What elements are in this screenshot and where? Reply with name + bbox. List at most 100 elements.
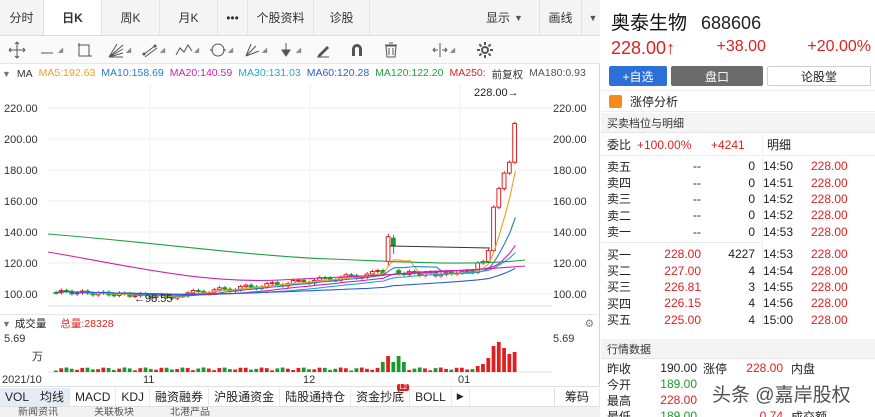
tab-order-book[interactable]: 盘口 bbox=[671, 66, 763, 86]
gear-icon[interactable]: ⚙ bbox=[585, 318, 594, 330]
trade-row: 14:53 228.00 bbox=[763, 224, 875, 240]
crosshair-tool[interactable] bbox=[0, 36, 34, 64]
tab-margin[interactable]: 融资融券 bbox=[150, 387, 210, 406]
high-label: 228.00→ bbox=[474, 87, 519, 99]
tab-stock-profile[interactable]: 个股资料 bbox=[248, 0, 314, 35]
fibonacci-tool[interactable]: ◢ bbox=[238, 36, 272, 64]
draw-line-dropdown[interactable]: ▼ bbox=[582, 0, 600, 35]
eraser-tool[interactable] bbox=[306, 36, 340, 64]
strip-products[interactable]: 北港产品 bbox=[152, 407, 228, 417]
level-price: -- bbox=[693, 224, 701, 239]
candle-body bbox=[390, 237, 396, 247]
candle-body bbox=[369, 271, 375, 275]
volume-bar bbox=[470, 369, 475, 372]
stats-row: 今开 189.00 bbox=[601, 376, 875, 392]
candle-body bbox=[375, 270, 380, 273]
candle-body bbox=[248, 284, 254, 288]
volume-bar bbox=[185, 368, 190, 372]
volume-chart[interactable]: 5.69 万 5.69 2021/10 11 12 01 bbox=[0, 332, 600, 384]
ask-row[interactable]: 卖一 -- 0 bbox=[601, 224, 761, 240]
volume-bar bbox=[233, 369, 238, 372]
tab-display[interactable]: 显示 ▼ bbox=[470, 0, 540, 35]
volume-bar bbox=[69, 368, 74, 372]
delete-tool[interactable] bbox=[374, 36, 408, 64]
polyline-tool[interactable]: ◢ bbox=[170, 36, 204, 64]
volume-bar bbox=[460, 367, 464, 372]
collapse-icon[interactable]: ▼ bbox=[2, 319, 11, 329]
tab-ma[interactable]: 均线 bbox=[35, 387, 71, 406]
strip-sectors[interactable]: 关联板块 bbox=[76, 407, 152, 417]
line-icon bbox=[40, 52, 53, 53]
tab-hk-connect-holding[interactable]: 陆股通持仓 bbox=[280, 387, 352, 406]
arrow-tool[interactable]: ◢ bbox=[272, 36, 306, 64]
ask-row[interactable]: 卖二 -- 0 bbox=[601, 207, 761, 223]
magnet-icon bbox=[352, 43, 362, 56]
rect-tool[interactable] bbox=[68, 36, 102, 64]
tab-kdj[interactable]: KDJ bbox=[116, 387, 151, 406]
trade-price: 228.00 bbox=[811, 191, 848, 206]
tab-vol[interactable]: VOL bbox=[0, 387, 36, 406]
level-qty: 4 bbox=[748, 296, 755, 311]
ma-line bbox=[47, 233, 526, 264]
tab-forum[interactable]: 论股堂 bbox=[767, 66, 871, 86]
arrow-down-icon bbox=[280, 42, 291, 57]
volume-bar bbox=[143, 367, 148, 372]
bid-row[interactable]: 买五 225.00 4 bbox=[601, 312, 761, 328]
tab-diagnose[interactable]: 诊股 bbox=[314, 0, 370, 35]
tab-more[interactable]: ••• bbox=[218, 0, 248, 35]
tab-bottom-fishing[interactable]: 资金抄底 L2 bbox=[351, 383, 411, 406]
bid-row[interactable]: 买二 227.00 4 bbox=[601, 262, 761, 279]
tab-draw-line[interactable]: 画线 bbox=[540, 0, 582, 35]
drawn-trendline[interactable] bbox=[389, 245, 491, 249]
ask-row[interactable]: 卖五 -- 0 bbox=[601, 158, 761, 174]
polyline-icon bbox=[175, 43, 193, 55]
strip-news[interactable]: 新闻资讯 bbox=[0, 407, 76, 417]
more-indicators[interactable]: ▶ bbox=[452, 387, 470, 406]
trade-price: 228.00 bbox=[811, 208, 848, 223]
split-tool[interactable]: ◢ bbox=[426, 36, 460, 64]
bid-row[interactable]: 买一 228.00 4227 bbox=[601, 246, 761, 262]
limit-up-analysis[interactable]: 涨停分析 bbox=[601, 90, 875, 112]
level-label: 买二 bbox=[607, 264, 632, 279]
tab-daily-k[interactable]: 日K bbox=[44, 0, 102, 35]
volume-bar bbox=[75, 369, 79, 372]
y-tick-label-right: 160.00 bbox=[553, 196, 587, 208]
cycle-tool[interactable]: ◢ bbox=[204, 36, 238, 64]
add-watchlist-button[interactable]: +自选 bbox=[609, 66, 667, 86]
tab-timeshare[interactable]: 分时 bbox=[0, 0, 44, 35]
ma-line bbox=[56, 244, 516, 296]
candlestick-chart[interactable]: 220.00 220.00 200.00 200.00 180.00 180.00 160.… bbox=[0, 84, 600, 314]
tab-chips[interactable]: 筹码 bbox=[553, 387, 600, 406]
market-stats: 昨收 190.00 涨停 228.00 内盘 今开 189.00 最高 228.00 最低 189.… bbox=[601, 360, 875, 417]
cycle-icon bbox=[209, 43, 226, 56]
volume-bar bbox=[454, 367, 459, 372]
bid-row[interactable]: 买三 226.81 3 bbox=[601, 279, 761, 295]
volume-bar bbox=[249, 369, 253, 372]
stats-row: 昨收 190.00 涨停 228.00 内盘 bbox=[601, 360, 875, 376]
chart-icon bbox=[609, 94, 622, 108]
bid-row[interactable]: 买四 226.15 4 bbox=[601, 295, 761, 311]
volume-bar bbox=[428, 370, 433, 372]
magnet-tool[interactable] bbox=[340, 36, 374, 64]
line-tool[interactable]: ◢ bbox=[34, 36, 68, 64]
candle-body bbox=[512, 123, 518, 163]
news-strip: 新闻资讯 关联板块 北港产品 bbox=[0, 406, 600, 417]
tab-hk-connect-fund[interactable]: 沪股通资金 bbox=[209, 387, 281, 406]
level-price: 226.81 bbox=[664, 279, 701, 294]
ma-legend-item: 前复权 bbox=[491, 68, 524, 81]
ask-row[interactable]: 卖四 -- 0 bbox=[601, 174, 761, 191]
settings-tool[interactable] bbox=[468, 36, 502, 64]
book-section-header: 买卖档位与明细 bbox=[601, 113, 875, 133]
ask-row[interactable]: 卖三 -- 0 bbox=[601, 191, 761, 207]
candle-body bbox=[348, 274, 354, 277]
channel-tool[interactable]: ◢ bbox=[136, 36, 170, 64]
fan-tool[interactable]: ◢ bbox=[102, 36, 136, 64]
tab-boll[interactable]: BOLL bbox=[410, 387, 452, 406]
tab-macd[interactable]: MACD bbox=[70, 387, 117, 406]
volume-bar bbox=[349, 370, 354, 372]
tab-monthly-k[interactable]: 月K bbox=[160, 0, 218, 35]
x-tick-label: 2021/10 bbox=[2, 374, 42, 384]
tab-weekly-k[interactable]: 周K bbox=[102, 0, 160, 35]
settings-dropdown-icon[interactable]: ▼ bbox=[2, 69, 11, 79]
low-label: ←98.55 bbox=[134, 293, 173, 305]
